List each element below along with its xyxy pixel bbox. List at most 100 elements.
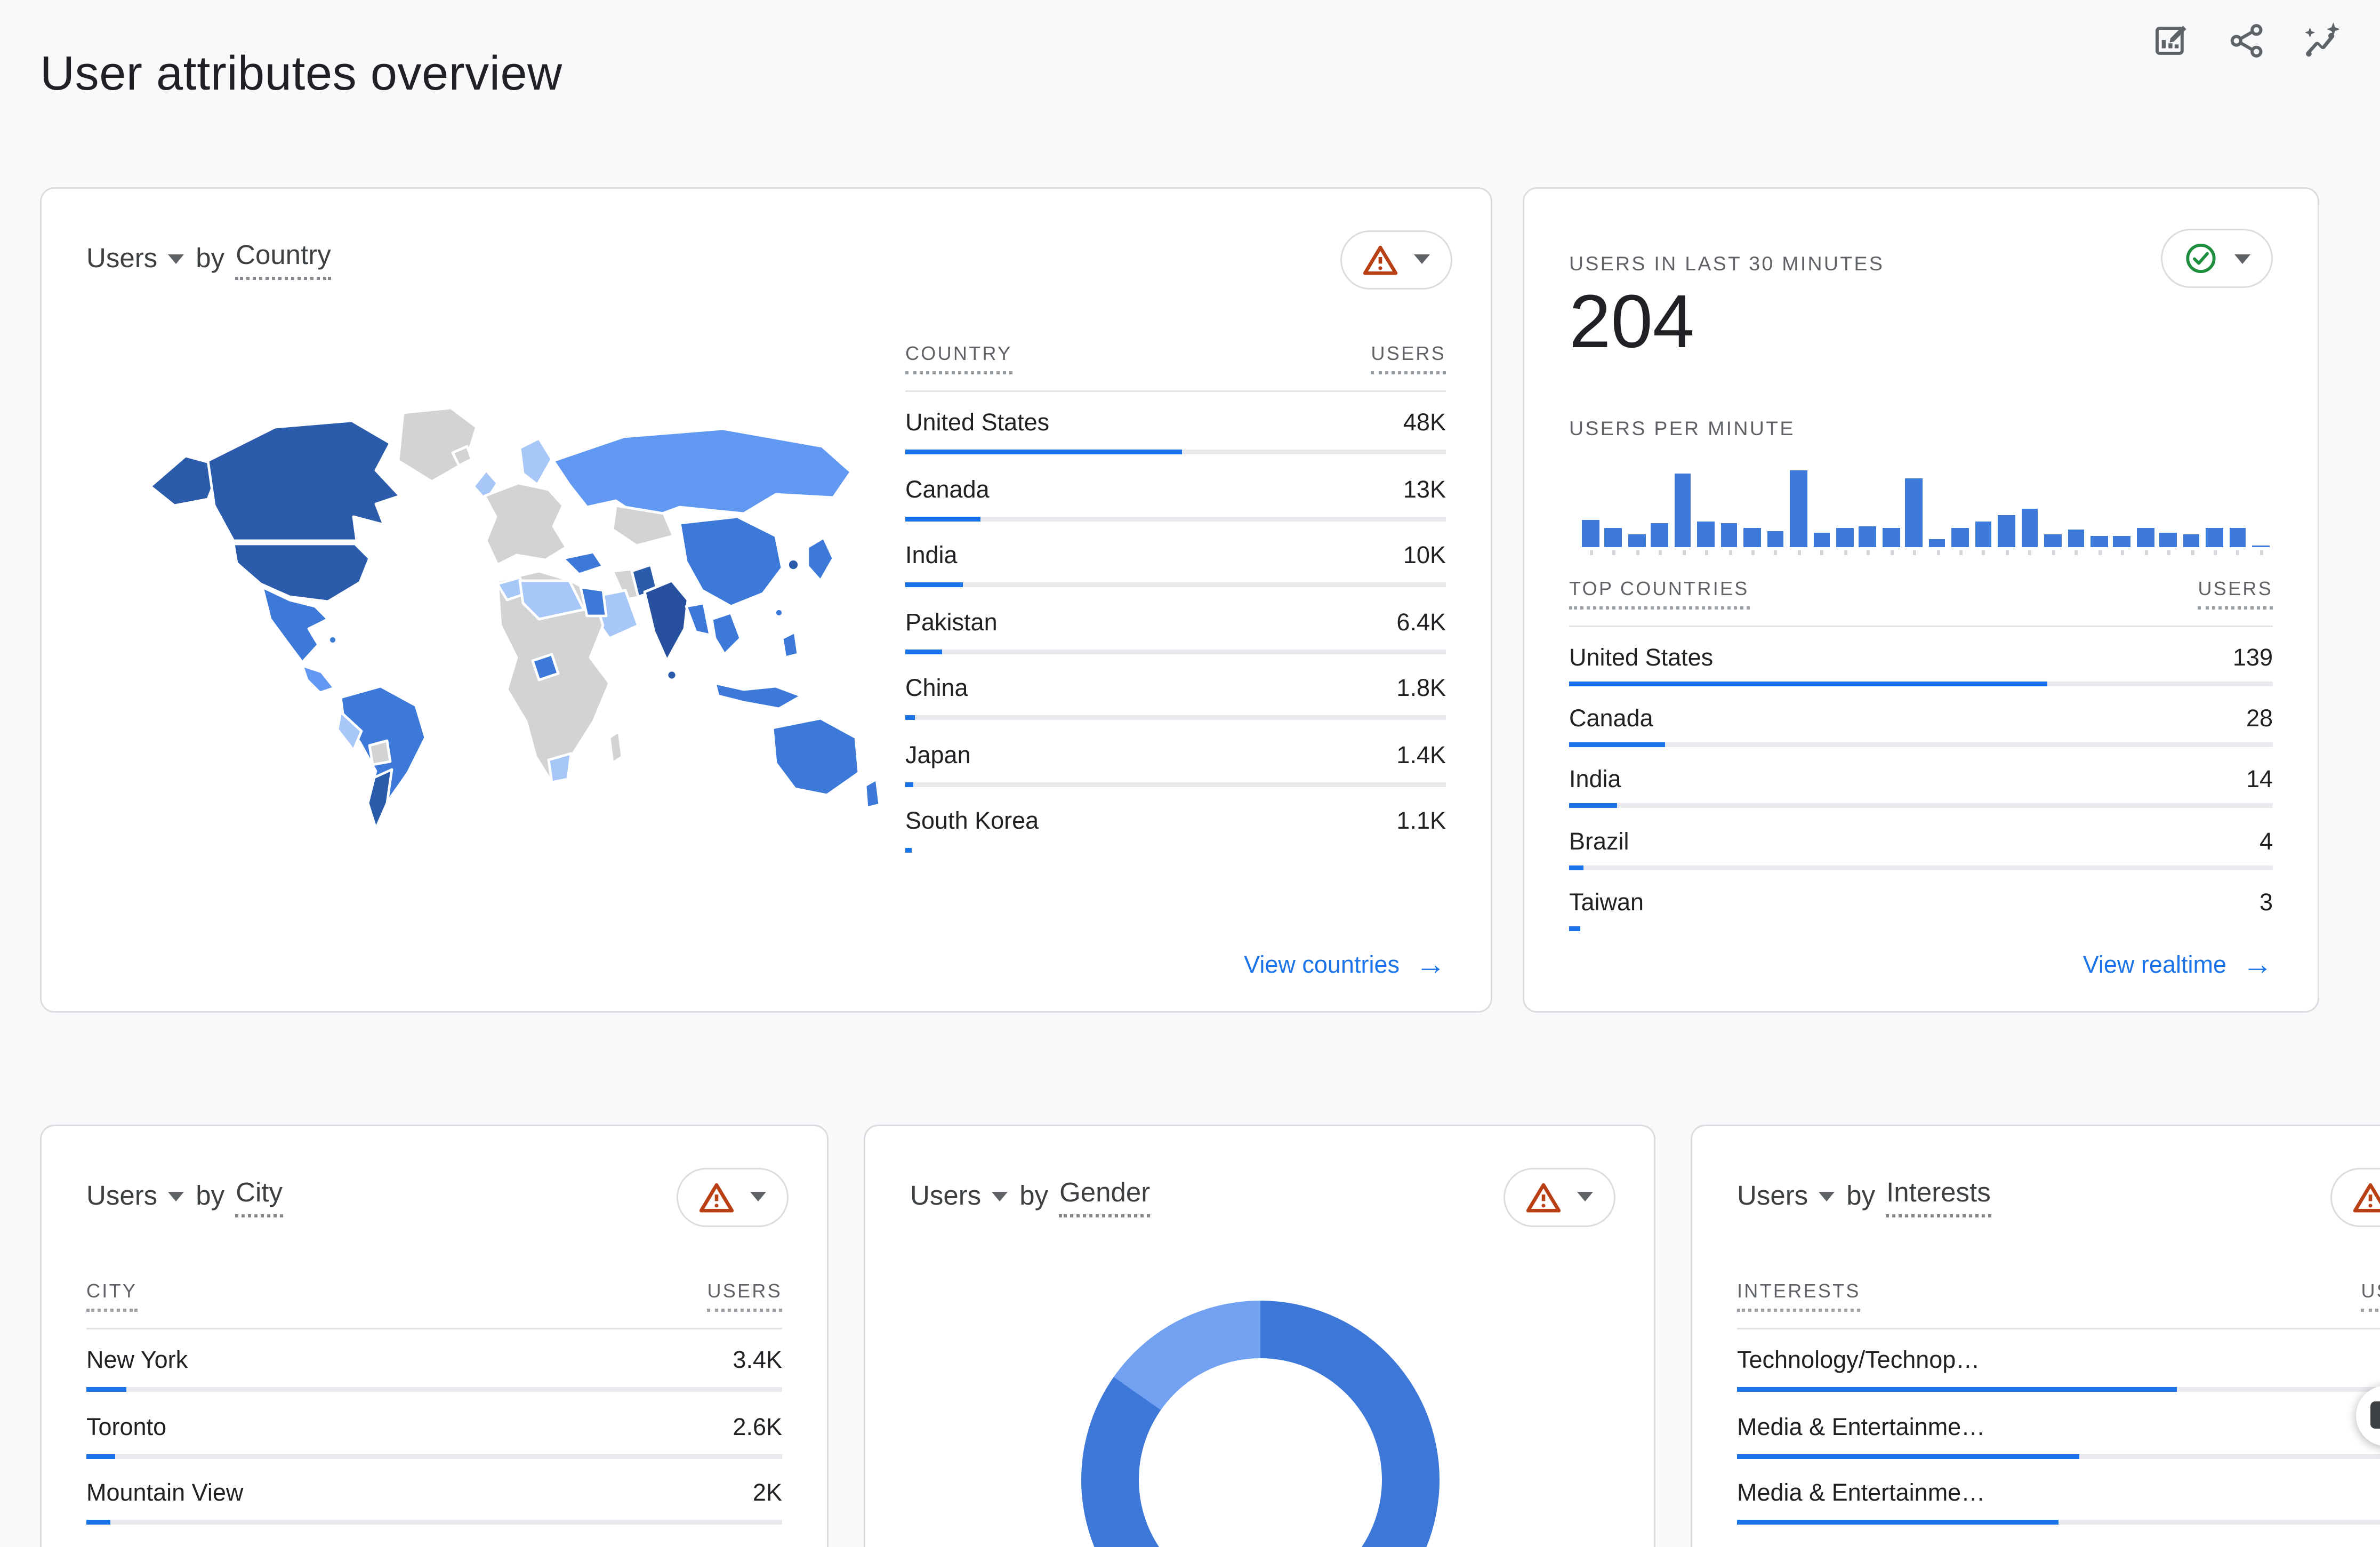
view-realtime-link[interactable]: View realtime →	[2083, 952, 2273, 979]
row-value: 1.8K	[1396, 674, 1446, 704]
metric-selector[interactable]: Users	[86, 1181, 157, 1213]
dimension-selector[interactable]: City	[236, 1177, 283, 1217]
row-value: 28	[2246, 704, 2273, 735]
realtime-title: USERS IN LAST 30 MINUTES	[1569, 253, 1884, 275]
data-quality-button[interactable]	[1340, 230, 1452, 289]
row-label: Media & Entertainm…	[1737, 1545, 1972, 1547]
minute-bar	[1928, 539, 1945, 547]
row-label: India	[905, 541, 958, 571]
minute-bar	[1767, 532, 1784, 547]
metric-selector[interactable]: Users	[910, 1181, 981, 1213]
top-countries-table: TOP COUNTRIES USERS United States 139	[1569, 578, 2273, 949]
row-value: 14	[2246, 765, 2273, 796]
chevron-down-icon	[1819, 1192, 1835, 1201]
table-row: Taiwan 3	[1569, 887, 2273, 949]
users-per-minute-label: USERS PER MINUTE	[1569, 418, 1795, 440]
world-map	[134, 400, 892, 835]
row-bar	[86, 1387, 782, 1392]
column-header-country[interactable]: COUNTRY	[905, 342, 1012, 374]
minute-bar	[2183, 534, 2200, 547]
row-label: Canada	[1569, 704, 1653, 735]
column-header-users[interactable]: USERS	[707, 1280, 782, 1312]
table-rows: New York 3.4K Toronto 2.6K	[86, 1345, 782, 1547]
page-title: User attributes overview	[40, 48, 562, 102]
minute-bar	[1605, 528, 1622, 547]
minute-bar	[2113, 535, 2130, 547]
card-title: Users by City	[86, 1177, 283, 1217]
minute-bar	[2068, 530, 2085, 547]
city-table: CITY USERS New York 3.4K	[86, 1280, 782, 1547]
minute-bar	[1790, 470, 1807, 547]
chevron-down-icon	[750, 1192, 766, 1201]
row-bar	[1737, 1454, 2380, 1458]
row-label: New York	[86, 1345, 188, 1376]
dimension-selector[interactable]: Gender	[1059, 1177, 1150, 1217]
column-header-users[interactable]: USERS	[1371, 342, 1446, 374]
arrow-right-icon: →	[2242, 953, 2273, 977]
users-by-city-card: Users by City CITY USERS	[40, 1125, 829, 1547]
chevron-down-icon	[992, 1192, 1008, 1201]
warning-icon	[1526, 1180, 1561, 1214]
table-row: Lahore 1.9K	[86, 1545, 782, 1547]
data-quality-button[interactable]	[677, 1167, 789, 1227]
row-value: 2K	[753, 1478, 782, 1509]
view-countries-link[interactable]: View countries →	[1244, 952, 1446, 979]
table-row: Media & Entertainme… 9.9K	[1737, 1412, 2380, 1479]
minute-bar	[1952, 528, 1969, 547]
row-label: Lahore	[86, 1545, 161, 1547]
minute-bar	[2021, 509, 2038, 547]
dimension-selector[interactable]: Country	[236, 239, 331, 279]
row-value: 6.4K	[1396, 607, 1446, 638]
row-bar	[1569, 804, 2273, 808]
metric-selector[interactable]: Users	[86, 243, 157, 275]
customize-report-icon[interactable]	[2151, 21, 2191, 61]
help-glyph-icon	[2370, 1401, 2380, 1429]
row-bar	[905, 715, 1446, 720]
users-per-minute-chart	[1582, 470, 2270, 547]
table-header: CITY USERS	[86, 1280, 782, 1312]
minute-bar	[2252, 546, 2269, 547]
data-quality-button[interactable]	[2330, 1167, 2380, 1227]
row-bar	[1569, 926, 2273, 931]
minute-bar	[1744, 528, 1761, 547]
table-row: Technology/Technop… 13K	[1737, 1345, 2380, 1412]
row-value: 139	[2233, 643, 2273, 674]
insights-icon[interactable]	[2302, 21, 2342, 61]
column-header-users[interactable]: USERS	[2361, 1280, 2380, 1312]
minute-bar	[2229, 528, 2246, 547]
table-row: Pakistan 6.4K	[905, 607, 1446, 674]
column-header-top-countries[interactable]: TOP COUNTRIES	[1569, 578, 1749, 610]
row-label: Pakistan	[905, 607, 998, 638]
minute-bar	[1628, 534, 1645, 547]
row-value: 48K	[1403, 408, 1446, 438]
row-bar	[905, 848, 1446, 853]
chevron-down-icon	[2234, 254, 2250, 263]
chevron-down-icon	[168, 254, 184, 264]
data-quality-button[interactable]	[1503, 1167, 1615, 1227]
table-row: Media & Entertainm… 9.1K	[1737, 1545, 2380, 1547]
minute-bar	[1975, 521, 1992, 547]
card-title: Users by Interests	[1737, 1177, 1991, 1217]
country-table: COUNTRY USERS United States 48K	[905, 342, 1446, 873]
divider	[1737, 1328, 2380, 1329]
minute-bar	[1698, 522, 1715, 547]
row-bar	[86, 1520, 782, 1525]
interests-table: INTERESTS USERS Technology/Technop… 13K	[1737, 1280, 2380, 1547]
row-label: China	[905, 674, 968, 704]
realtime-card: USERS IN LAST 30 MINUTES 204 USERS PER M…	[1523, 187, 2319, 1013]
table-row: India 10K	[905, 541, 1446, 607]
users-by-interests-card: Users by Interests INTERESTS USERS	[1691, 1125, 2380, 1547]
row-bar	[1569, 682, 2273, 686]
metric-selector[interactable]: Users	[1737, 1181, 1808, 1213]
minute-bar	[1674, 474, 1691, 547]
column-header-users[interactable]: USERS	[2198, 578, 2273, 610]
share-icon[interactable]	[2226, 21, 2266, 61]
table-rows: United States 48K Canada 13K	[905, 408, 1446, 873]
data-quality-button[interactable]	[2161, 229, 2273, 288]
column-header-interests[interactable]: INTERESTS	[1737, 1280, 1861, 1312]
row-bar	[905, 516, 1446, 521]
arrow-right-icon: →	[1416, 953, 1446, 977]
dimension-selector[interactable]: Interests	[1886, 1177, 1991, 1217]
row-label: Media & Entertainme…	[1737, 1412, 1985, 1442]
column-header-city[interactable]: CITY	[86, 1280, 137, 1312]
